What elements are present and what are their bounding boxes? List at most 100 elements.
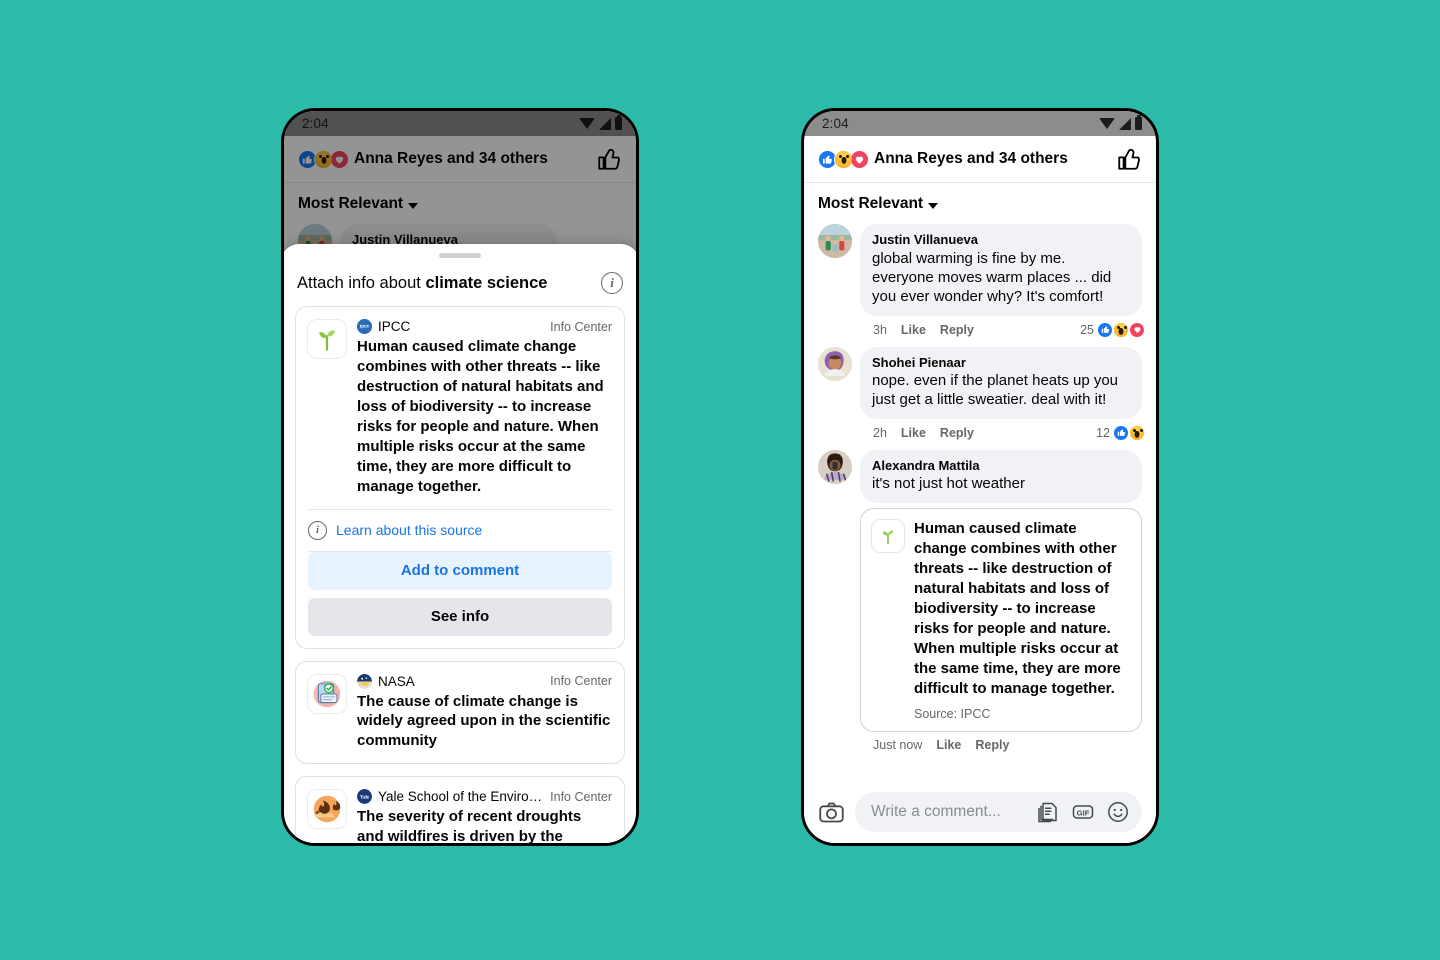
- status-bar-time: 2:04: [822, 116, 849, 131]
- comment-text: it's not just hot weather: [872, 475, 1025, 493]
- like-button[interactable]: Like: [901, 323, 926, 337]
- reaction-count: 12: [1096, 425, 1110, 440]
- source-quote: Human caused climate change combines wit…: [357, 338, 604, 495]
- comment-author[interactable]: Alexandra Mattila: [872, 457, 1130, 475]
- reactions-header-left[interactable]: Anna Reyes and 34 others: [284, 136, 636, 183]
- comment-item[interactable]: Shohei Pienaar nope. even if the planet …: [804, 342, 1156, 445]
- wow-reaction-icon: [314, 149, 333, 169]
- avatar[interactable]: [818, 224, 852, 258]
- sprout-icon: [307, 319, 347, 359]
- battery-icon: [1135, 115, 1142, 130]
- love-reaction-icon: [850, 149, 869, 169]
- status-bar-time: 2:04: [302, 116, 329, 131]
- attached-info-card[interactable]: Human caused climate change combines wit…: [860, 507, 1142, 732]
- info-circle-icon: i: [308, 520, 327, 540]
- svg-text:GIF: GIF: [1077, 809, 1090, 818]
- comment-meta: 2h Like Reply 12: [860, 419, 1145, 445]
- battery-icon: [615, 115, 622, 130]
- avatar[interactable]: [818, 449, 852, 484]
- source-name: IPCC: [378, 319, 411, 334]
- attached-info-source: Source: IPCC: [914, 706, 991, 721]
- comment-meta: Just now Like Reply: [860, 732, 1142, 756]
- source-name: Yale School of the Environ...: [378, 789, 545, 805]
- comment-composer: Write a comment... GIF: [804, 781, 1156, 843]
- comment-item[interactable]: Alexandra Mattila it's not just hot weat…: [804, 445, 1156, 756]
- comment-meta: 3h Like Reply 25: [860, 316, 1145, 342]
- chevron-down-icon: [408, 202, 419, 209]
- reactions-label: Anna Reyes and 34 others: [354, 150, 548, 167]
- emoji-smiley-icon[interactable]: [1106, 800, 1130, 824]
- yale-logo-icon: Yale: [357, 789, 372, 805]
- chevron-down-icon: [928, 202, 939, 209]
- comment-time: 2h: [873, 425, 887, 440]
- sprout-icon: [871, 518, 905, 553]
- wow-reaction-icon: [1129, 424, 1145, 441]
- reply-button[interactable]: Reply: [940, 323, 974, 337]
- source-card-nasa[interactable]: NASA Info Center The cause of climate ch…: [295, 660, 625, 765]
- learn-about-source-link[interactable]: Learn about this source: [336, 522, 482, 538]
- wildfire-icon: [307, 789, 347, 830]
- info-center-label: Info Center: [550, 319, 612, 334]
- gif-icon[interactable]: GIF: [1071, 800, 1095, 824]
- add-to-comment-button[interactable]: Add to comment: [308, 551, 612, 590]
- page-background: 2:04 Anna Reyes and 34 others Most Relev…: [0, 0, 1440, 960]
- wow-reaction-icon: [1113, 321, 1129, 338]
- like-reaction-icon: [1097, 321, 1113, 338]
- comment-text: global warming is fine by me. everyone m…: [872, 249, 1112, 306]
- reaction-count: 25: [1080, 322, 1094, 337]
- sort-label: Most Relevant: [818, 195, 924, 212]
- ipcc-logo-icon: ipcc: [357, 319, 372, 334]
- comment-author[interactable]: Shohei Pienaar: [872, 354, 1130, 372]
- status-bar-right: 2:04: [804, 111, 1156, 136]
- sheet-title: Attach info about climate science: [297, 274, 593, 293]
- attached-info-text: Human caused climate change combines wit…: [914, 519, 1121, 698]
- reply-button[interactable]: Reply: [975, 738, 1009, 752]
- source-list: ipcc IPCC Info Center Human caused clima…: [284, 306, 636, 843]
- sort-row-left[interactable]: Most Relevant: [284, 183, 636, 219]
- signal-icon: [599, 117, 611, 130]
- source-quote: The severity of recent droughts and wild…: [357, 808, 582, 843]
- phone-right: 2:04 Anna Reyes and 34 others Most Relev…: [801, 108, 1159, 846]
- comment-input[interactable]: Write a comment... GIF: [855, 792, 1142, 832]
- sort-row-right[interactable]: Most Relevant: [804, 183, 1156, 219]
- reaction-pills[interactable]: [298, 149, 349, 169]
- nasa-logo-icon: [357, 673, 372, 689]
- reactions-header-right[interactable]: Anna Reyes and 34 others: [804, 136, 1156, 183]
- info-circle-icon[interactable]: i: [601, 272, 623, 294]
- camera-icon[interactable]: [818, 799, 845, 826]
- source-card-ipcc[interactable]: ipcc IPCC Info Center Human caused clima…: [295, 306, 625, 649]
- thumbs-up-outline-icon[interactable]: [596, 146, 622, 172]
- comment-bubble[interactable]: Alexandra Mattila it's not just hot weat…: [860, 449, 1142, 503]
- like-button[interactable]: Like: [901, 426, 926, 440]
- reactions-label: Anna Reyes and 34 others: [874, 150, 1068, 167]
- love-reaction-icon: [330, 149, 349, 169]
- learn-about-source-row[interactable]: i Learn about this source: [296, 510, 624, 551]
- comment-time: 3h: [873, 322, 887, 337]
- sheet-title-prefix: Attach info about: [297, 273, 426, 292]
- comment-item[interactable]: Justin Villanueva global warming is fine…: [804, 219, 1156, 342]
- comment-bubble[interactable]: Justin Villanueva global warming is fine…: [860, 224, 1142, 316]
- sheet-title-topic: climate science: [425, 273, 548, 292]
- like-button[interactable]: Like: [936, 738, 961, 752]
- source-card-yale[interactable]: Yale Yale School of the Environ... Info …: [295, 776, 625, 843]
- see-info-button[interactable]: See info: [308, 597, 612, 636]
- source-quote: The cause of climate change is widely ag…: [357, 692, 611, 750]
- sticker-icon[interactable]: [1036, 800, 1060, 824]
- comment-time: Just now: [873, 737, 923, 752]
- status-bar-left: 2:04: [284, 111, 636, 136]
- avatar[interactable]: [818, 346, 852, 381]
- phone-right-screen: 2:04 Anna Reyes and 34 others Most Relev…: [804, 111, 1156, 843]
- comment-input-placeholder: Write a comment...: [871, 803, 1001, 820]
- source-name: NASA: [378, 673, 415, 689]
- reaction-count-group[interactable]: 12: [1096, 424, 1145, 441]
- love-reaction-icon: [1129, 321, 1145, 338]
- info-center-label: Info Center: [550, 789, 612, 804]
- comment-bubble[interactable]: Shohei Pienaar nope. even if the planet …: [860, 346, 1142, 419]
- reaction-pills[interactable]: [818, 149, 869, 169]
- comment-author[interactable]: Justin Villanueva: [872, 231, 1130, 249]
- sort-label: Most Relevant: [298, 195, 404, 212]
- reaction-count-group[interactable]: 25: [1080, 321, 1145, 338]
- svg-text:Yale: Yale: [360, 795, 370, 801]
- thumbs-up-outline-icon[interactable]: [1116, 146, 1142, 172]
- reply-button[interactable]: Reply: [940, 426, 974, 440]
